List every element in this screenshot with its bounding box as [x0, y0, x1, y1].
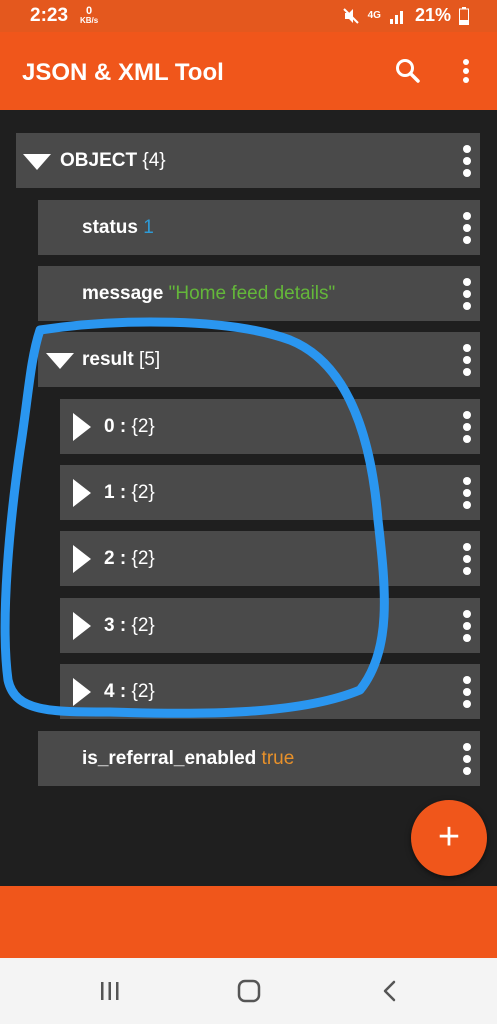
node-label: OBJECT {4} [60, 133, 166, 188]
expand-triangle-icon[interactable] [73, 678, 91, 706]
node-count: {2} [131, 548, 155, 569]
tree-row-message[interactable]: message "Home feed details" [38, 266, 480, 321]
node-count: {2} [131, 615, 155, 636]
app-bar: JSON & XML Tool [0, 32, 497, 110]
tree-row-result[interactable]: result [5] [38, 332, 480, 387]
node-index: 3 : [104, 615, 127, 636]
node-label: 3 : {2} [104, 598, 155, 653]
collapse-triangle-icon[interactable] [23, 154, 51, 170]
node-count: {2} [131, 681, 155, 702]
expand-triangle-icon[interactable] [73, 545, 91, 573]
net-speed-indicator: 0 KB/s [80, 6, 98, 25]
status-bar: 2:23 0 KB/s 4G 21% [0, 0, 497, 32]
more-vert-icon[interactable] [462, 610, 472, 642]
net-speed-unit: KB/s [80, 16, 99, 25]
tree-row-result-item[interactable]: 1 : {2} [60, 465, 480, 520]
node-label: is_referral_enabled true [82, 731, 294, 786]
node-count: {4} [142, 150, 166, 171]
more-vert-icon[interactable] [451, 56, 481, 86]
node-label: 1 : {2} [104, 465, 155, 520]
more-vert-icon[interactable] [462, 477, 472, 509]
node-key: OBJECT [60, 150, 138, 171]
node-index: 2 : [104, 548, 127, 569]
signal-icon [389, 10, 403, 24]
status-indicators: 4G 21% [342, 5, 469, 26]
network-type-label: 4G [367, 10, 381, 21]
tree-row-object[interactable]: OBJECT {4} [16, 133, 480, 188]
add-fab-button[interactable]: + [411, 800, 487, 876]
node-label: 2 : {2} [104, 531, 155, 586]
node-index: 1 : [104, 482, 127, 503]
json-tree-view: OBJECT {4} status 1 message "Home feed d… [0, 110, 497, 886]
node-label: 4 : {2} [104, 664, 155, 719]
home-icon[interactable] [229, 976, 269, 1006]
battery-icon [459, 6, 469, 25]
node-key: message [82, 283, 164, 304]
tree-row-result-item[interactable]: 3 : {2} [60, 598, 480, 653]
tree-row-result-item[interactable]: 0 : {2} [60, 399, 480, 454]
collapse-triangle-icon[interactable] [46, 353, 74, 369]
node-label: result [5] [82, 332, 160, 387]
app-title: JSON & XML Tool [22, 59, 224, 86]
bottom-bar [0, 886, 497, 958]
system-nav-bar [0, 958, 497, 1024]
expand-triangle-icon[interactable] [73, 479, 91, 507]
more-vert-icon[interactable] [462, 344, 472, 376]
more-vert-icon[interactable] [462, 543, 472, 575]
more-vert-icon[interactable] [462, 743, 472, 775]
more-vert-icon[interactable] [462, 676, 472, 708]
node-value: "Home feed details" [168, 283, 336, 304]
tree-row-is-referral-enabled[interactable]: is_referral_enabled true [38, 731, 480, 786]
node-count: {2} [131, 482, 155, 503]
more-vert-icon[interactable] [462, 145, 472, 177]
node-index: 0 : [104, 416, 127, 437]
node-value: true [261, 748, 295, 769]
node-count: {2} [131, 416, 155, 437]
mute-icon [342, 7, 359, 24]
more-vert-icon[interactable] [462, 212, 472, 244]
node-count: [5] [139, 349, 161, 370]
search-icon[interactable] [393, 56, 423, 86]
node-key: result [82, 349, 134, 370]
node-label: 0 : {2} [104, 399, 155, 454]
tree-row-result-item[interactable]: 4 : {2} [60, 664, 480, 719]
node-label: message "Home feed details" [82, 266, 335, 321]
tree-row-status[interactable]: status 1 [38, 200, 480, 255]
more-vert-icon[interactable] [462, 278, 472, 310]
node-value: 1 [143, 217, 154, 238]
recent-apps-icon[interactable] [90, 976, 130, 1006]
node-key: status [82, 217, 138, 238]
node-key: is_referral_enabled [82, 748, 257, 769]
expand-triangle-icon[interactable] [73, 612, 91, 640]
back-icon[interactable] [370, 976, 410, 1006]
more-vert-icon[interactable] [462, 411, 472, 443]
node-label: status 1 [82, 200, 154, 255]
node-index: 4 : [104, 681, 127, 702]
status-time: 2:23 [30, 5, 69, 26]
expand-triangle-icon[interactable] [73, 413, 91, 441]
tree-row-result-item[interactable]: 2 : {2} [60, 531, 480, 586]
battery-percent: 21% [414, 5, 451, 25]
